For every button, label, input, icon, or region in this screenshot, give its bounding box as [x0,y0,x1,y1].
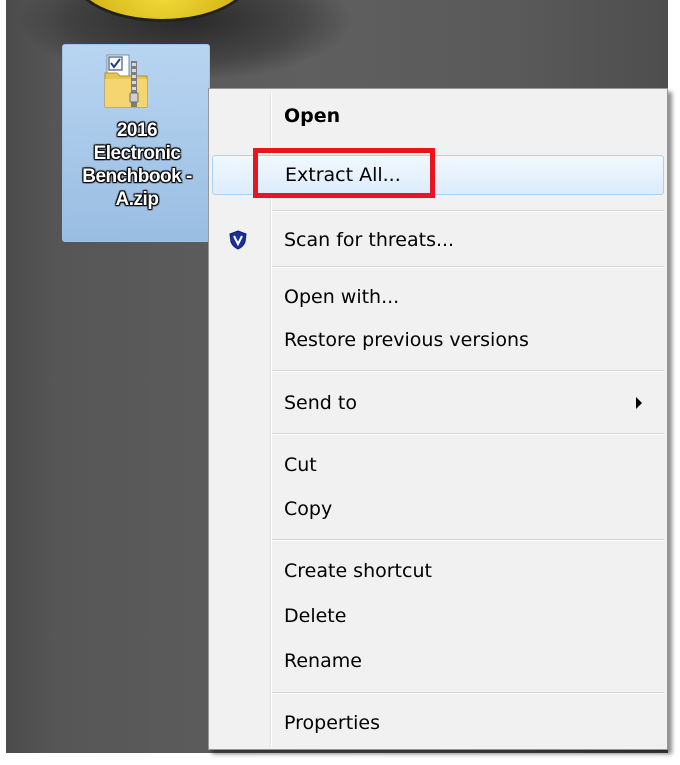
menu-separator [272,539,664,541]
shield-icon [229,230,247,250]
menu-item-open[interactable]: Open [212,96,664,136]
menu-separator [272,433,664,435]
menu-item-restore-previous-versions-label: Restore previous versions [284,329,529,351]
menu-item-create-shortcut-label: Create shortcut [284,560,432,582]
menu-item-open-label: Open [284,105,341,127]
file-label-line-2: Electronic [93,143,181,164]
menu-item-create-shortcut[interactable]: Create shortcut [212,551,664,591]
menu-item-extract-all[interactable]: Extract All... [212,155,664,195]
menu-separator [272,692,664,694]
menu-item-restore-previous-versions[interactable]: Restore previous versions [212,320,664,360]
screenshot-edge-left [0,0,6,765]
menu-separator [272,266,664,268]
submenu-arrow-icon [636,397,642,409]
screenshot-edge-right [668,0,680,765]
menu-item-properties-label: Properties [284,712,381,734]
desktop-file-icon-selected[interactable]: 2016 Electronic Benchbook - A.zip [62,44,210,242]
menu-item-send-to-label: Send to [284,392,357,414]
menu-item-copy[interactable]: Copy [212,489,664,529]
menu-item-cut-label: Cut [284,454,317,476]
file-label-line-3: Benchbook - [82,166,192,187]
menu-separator [272,210,664,212]
menu-item-send-to[interactable]: Send to [212,383,664,423]
menu-item-open-with[interactable]: Open with... [212,277,664,317]
menu-item-delete[interactable]: Delete [212,596,664,636]
menu-item-scan-for-threats-label: Scan for threats... [284,229,455,251]
menu-item-properties[interactable]: Properties [212,703,664,743]
menu-item-cut[interactable]: Cut [212,445,664,485]
menu-item-extract-all-label: Extract All... [285,164,401,186]
menu-item-open-with-label: Open with... [284,286,400,308]
file-label-line-1: 2016 [116,120,158,141]
menu-item-copy-label: Copy [284,498,333,520]
menu-item-rename-label: Rename [284,650,362,672]
screenshot-edge-bottom [0,753,680,765]
zip-folder-icon [104,54,148,108]
menu-item-rename[interactable]: Rename [212,641,664,681]
menu-item-scan-for-threats[interactable]: Scan for threats... [212,220,664,260]
file-label-line-4: A.zip [115,189,159,210]
menu-separator [272,370,664,372]
context-menu: Open Extract All... Scan for threats... … [208,88,668,750]
menu-item-delete-label: Delete [284,605,347,627]
desktop-file-label: 2016 Electronic Benchbook - A.zip [63,119,211,211]
